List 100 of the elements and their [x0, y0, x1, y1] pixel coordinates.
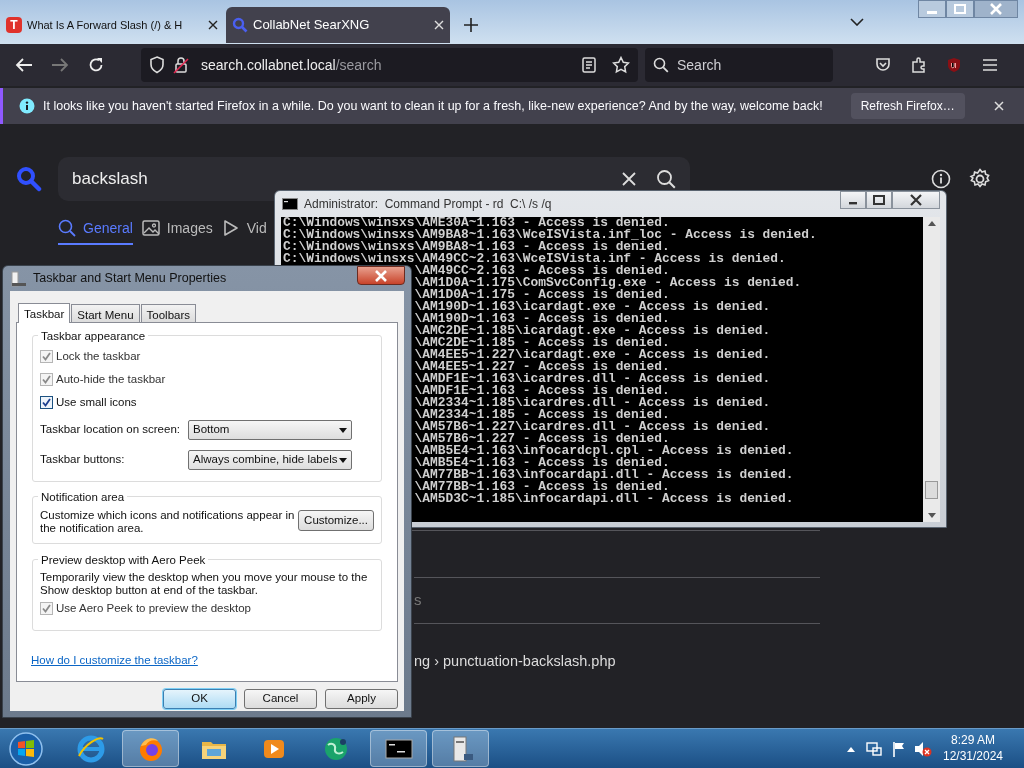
console-icon: [282, 198, 298, 210]
tray-arrow-icon[interactable]: [847, 746, 855, 752]
checkbox[interactable]: [40, 396, 53, 409]
checkbox-label: Use Aero Peek to preview the desktop: [56, 600, 251, 616]
scrollbar[interactable]: [923, 217, 940, 522]
console-line: \AMDF1E~1.163\icardres.dll - Access is denied.: [414, 371, 771, 386]
search-logo-icon: [16, 166, 42, 192]
image-icon: [141, 219, 161, 237]
maximize-button[interactable]: [866, 191, 892, 209]
new-tab-icon[interactable]: [464, 18, 478, 32]
lock-icon[interactable]: [173, 56, 189, 74]
back-arrow-icon[interactable]: [15, 57, 33, 73]
console-line: \AM5D3C~1.185\infocardapi.dll - Access is denied.: [414, 491, 794, 506]
settings-icon[interactable]: [969, 168, 991, 190]
console-line: \AM4EE5~1.227\icardagt.exe - Access is denied.: [414, 347, 771, 362]
category-tab[interactable]: Vid: [221, 215, 267, 245]
browser-tab[interactable]: CollabNet SearXNG: [226, 7, 450, 43]
console-line: \AM77BB~1.163\infocardapi.dll - Access is denied.: [414, 467, 794, 482]
clear-icon[interactable]: [622, 172, 636, 186]
dialog-button[interactable]: OK: [163, 689, 236, 709]
dialog-button[interactable]: Apply: [325, 689, 398, 709]
search-icon: [653, 57, 669, 73]
buttons-dropdown[interactable]: Always combine, hide labels: [188, 450, 352, 470]
menu-icon[interactable]: [982, 58, 998, 72]
scroll-up-icon[interactable]: [927, 221, 936, 226]
console-line: C:\Windows\winsxs\AM9BA8~1.163 - Access is denied.: [283, 239, 670, 254]
tab-title: What Is A Forward Slash (/) & H: [27, 17, 184, 33]
console-line: \AM1D0A~1.175\ComSvcConfig.exe - Access is denied.: [414, 275, 802, 290]
search-input[interactable]: Search: [677, 54, 817, 76]
console-line: \AM57B6~1.227 - Access is denied.: [414, 431, 670, 446]
checkbox-label: Use small icons: [56, 394, 137, 410]
play-icon: [221, 219, 241, 237]
flag-icon[interactable]: [891, 741, 907, 757]
console-line: C:\Windows\winsxs\AM9BA8~1.163\WceISVista.inf_loc - Access is denied.: [283, 227, 817, 242]
dropdown-arrow-icon: [339, 427, 347, 433]
minimize-button[interactable]: [840, 191, 866, 209]
clock-date[interactable]: 12/31/2024: [942, 748, 1004, 764]
console-line: \AMDF1E~1.163 - Access is denied.: [414, 383, 670, 398]
console-line: \AM49CC~2.163 - Access is denied.: [414, 263, 670, 278]
taskbar-button[interactable]: [370, 730, 427, 767]
field-label: Taskbar location on screen:: [40, 422, 180, 438]
help-link[interactable]: How do I customize the taskbar?: [31, 652, 198, 670]
url-text: search.collabnet.local/search: [201, 55, 383, 75]
field-label: Taskbar buttons:: [40, 452, 125, 468]
search-field[interactable]: Search: [645, 48, 833, 82]
category-tab[interactable]: General: [58, 215, 133, 245]
result-url[interactable]: ng › punctuation-backslash.php: [414, 651, 820, 673]
checkbox-label: Auto-hide the taskbar: [56, 371, 166, 387]
info-icon: [19, 98, 35, 114]
minimize-icon: [927, 10, 937, 14]
search-icon[interactable]: [656, 169, 676, 189]
forward-arrow-icon[interactable]: [51, 57, 69, 73]
minimize-icon: [849, 201, 857, 205]
search-icon: [58, 219, 77, 237]
console-line: \AMB5E4~1.163\infocardcpl.cpl - Access is denied.: [414, 443, 794, 458]
dialog-tab[interactable]: Toolbars: [140, 304, 196, 322]
dialog-tab[interactable]: Start Menu: [71, 304, 140, 322]
console-line: \AMC2DE~1.185\icardagt.exe - Access is denied.: [414, 323, 771, 338]
description-text: Temporarily view the desktop when you move your mouse to the Show desktop button at end of the taskbar.: [40, 571, 369, 597]
location-dropdown[interactable]: Bottom: [188, 420, 352, 440]
taskbar-button[interactable]: [432, 730, 489, 767]
browser-e-icon: [75, 733, 106, 764]
refresh-button[interactable]: Refresh Firefox…: [850, 93, 965, 119]
dialog-tab[interactable]: Taskbar: [18, 303, 71, 323]
shield-extension-icon[interactable]: [946, 57, 962, 73]
console-line: \AM2334~1.185\icardres.dll - Access is denied.: [414, 395, 771, 410]
browser-tab[interactable]: T What Is A Forward Slash (/) & H: [0, 7, 224, 43]
chevron-down-icon[interactable]: [850, 18, 864, 26]
console-line: \AM2334~1.185 - Access is denied.: [414, 407, 670, 422]
clock-time[interactable]: 8:29 AM: [951, 732, 995, 748]
close-icon[interactable]: [208, 20, 218, 30]
close-button[interactable]: [357, 266, 405, 285]
scroll-down-icon[interactable]: [927, 513, 936, 518]
window-title: Taskbar and Start Menu Properties: [33, 270, 227, 288]
muted-speaker-icon[interactable]: [914, 741, 932, 757]
description-text: Customize which icons and notifications appear in the notification area.: [40, 509, 296, 535]
start-button[interactable]: [9, 731, 43, 766]
search-icon: [232, 17, 248, 33]
star-icon[interactable]: [612, 56, 630, 74]
scrollbar-thumb[interactable]: [925, 481, 938, 499]
customize-button[interactable]: Customize...: [298, 510, 374, 531]
tab-title: CollabNet SearXNG: [253, 16, 371, 35]
shield-icon[interactable]: [149, 56, 165, 74]
dropdown-arrow-icon: [339, 457, 347, 463]
category-tab[interactable]: Images: [141, 215, 213, 245]
pocket-icon[interactable]: [875, 57, 891, 73]
puzzle-icon[interactable]: [911, 57, 927, 73]
close-icon: [374, 269, 388, 282]
console-line: C:\Windows\winsxs\AME30A~1.163 - Access is denied.: [283, 217, 670, 230]
network-icon[interactable]: [866, 741, 882, 757]
console-line: \AM190D~1.163\icardagt.exe - Access is denied.: [414, 299, 771, 314]
dialog-button[interactable]: Cancel: [244, 689, 317, 709]
checkbox-label: Lock the taskbar: [56, 348, 141, 364]
address-bar[interactable]: search.collabnet.local/search: [141, 48, 638, 82]
taskbar-app-icon: [11, 270, 27, 287]
reader-view-icon[interactable]: [582, 57, 596, 73]
reload-icon[interactable]: [88, 57, 104, 73]
notification-message: It looks like you haven't started Firefox in a while. Do you want to clean it up for a fresh, like-new experience? And by the way, welcome back!: [43, 97, 823, 115]
info-icon[interactable]: [931, 169, 951, 189]
close-button[interactable]: [892, 191, 940, 209]
